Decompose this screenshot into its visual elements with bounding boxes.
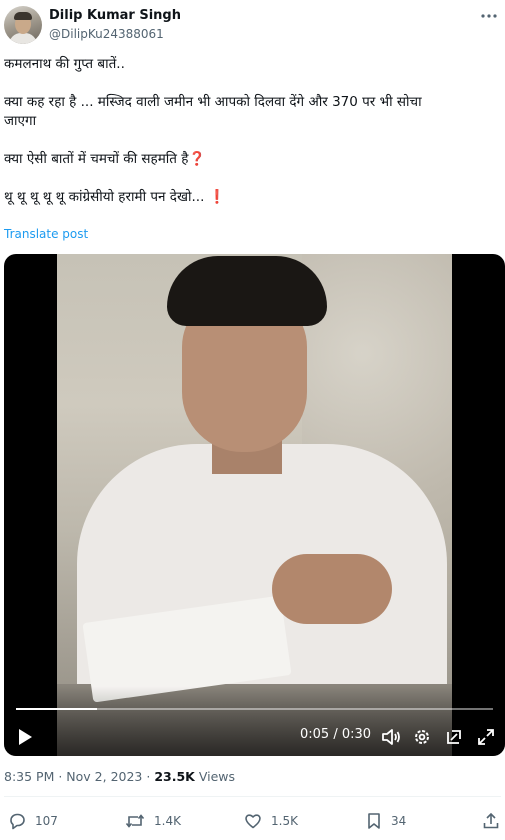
post-line: थू थू थू थू थू कांग्रेसीयो हरामी पन देखो… <box>4 188 501 207</box>
repost-count: 1.4K <box>154 814 181 828</box>
translate-post-link[interactable]: Translate post <box>4 227 88 241</box>
mute-button[interactable] <box>380 726 402 748</box>
post-line: जाएगा <box>4 113 37 129</box>
video-player[interactable]: 0:05 / 0:30 <box>4 254 505 756</box>
post-text: कमलनाथ की गुप्त बातें.. क्या कह रहा है .… <box>4 55 501 207</box>
duration: 0:30 <box>341 727 372 742</box>
video-time: 0:05 / 0:30 <box>300 727 371 742</box>
post-time[interactable]: 8:35 PM <box>4 769 54 784</box>
views-label: Views <box>194 769 235 784</box>
action-bar: 107 1.4K 1.5K 34 <box>4 812 501 834</box>
post-line-text: क्या ऐसी बातों में चमचों की सहमति है <box>4 151 189 167</box>
reply-icon <box>8 812 26 830</box>
heart-icon <box>244 812 262 830</box>
share-icon <box>482 812 500 830</box>
like-button[interactable]: 1.5K <box>244 812 298 830</box>
question-mark-emoji: ❓ <box>188 151 206 167</box>
divider <box>4 796 501 797</box>
repost-button[interactable]: 1.4K <box>125 812 181 830</box>
post-meta: 8:35 PM · Nov 2, 2023 · 23.5K Views <box>4 769 235 784</box>
like-count: 1.5K <box>271 814 298 828</box>
post-line: क्या कह रहा है ... मस्जिद वाली जमीन भी आ… <box>4 94 422 110</box>
pip-button[interactable] <box>443 726 465 748</box>
video-progress-bar[interactable] <box>16 708 493 710</box>
exclamation-mark-emoji: ❗ <box>208 189 226 205</box>
post-line: कमलनाथ की गुप्त बातें.. <box>4 56 125 72</box>
post-line: क्या ऐसी बातों में चमचों की सहमति है❓ <box>4 150 501 169</box>
video-progress-fill <box>16 708 98 710</box>
meta-separator: · <box>142 769 155 784</box>
meta-separator: · <box>54 769 67 784</box>
settings-button[interactable] <box>411 726 433 748</box>
post-date[interactable]: Nov 2, 2023 <box>66 769 142 784</box>
reply-button[interactable]: 107 <box>8 812 58 830</box>
volume-icon <box>381 728 401 746</box>
fullscreen-button[interactable] <box>475 726 497 748</box>
post-line-text: थू थू थू थू थू कांग्रेसीयो हरामी पन देखो… <box>4 189 205 205</box>
settings-icon <box>413 728 431 746</box>
bookmark-count: 34 <box>391 814 407 828</box>
play-button[interactable] <box>14 726 36 748</box>
current-time: 0:05 <box>300 727 330 742</box>
post-header: Dilip Kumar Singh @DilipKu24388061 <box>4 6 501 46</box>
author-handle[interactable]: @DilipKu24388061 <box>49 27 164 41</box>
views-count: 23.5K <box>154 769 195 784</box>
repost-icon <box>125 812 145 830</box>
share-button[interactable] <box>482 812 500 830</box>
video-frame <box>57 254 452 756</box>
bookmark-icon <box>366 812 382 830</box>
avatar[interactable] <box>4 6 42 44</box>
reply-count: 107 <box>35 814 58 828</box>
time-separator: / <box>329 727 342 742</box>
more-button[interactable] <box>479 6 499 26</box>
fullscreen-icon <box>477 728 495 746</box>
play-icon <box>17 728 33 746</box>
more-icon <box>480 13 498 19</box>
bookmark-button[interactable]: 34 <box>366 812 406 830</box>
author-name[interactable]: Dilip Kumar Singh <box>49 8 181 23</box>
pip-icon <box>445 728 463 746</box>
